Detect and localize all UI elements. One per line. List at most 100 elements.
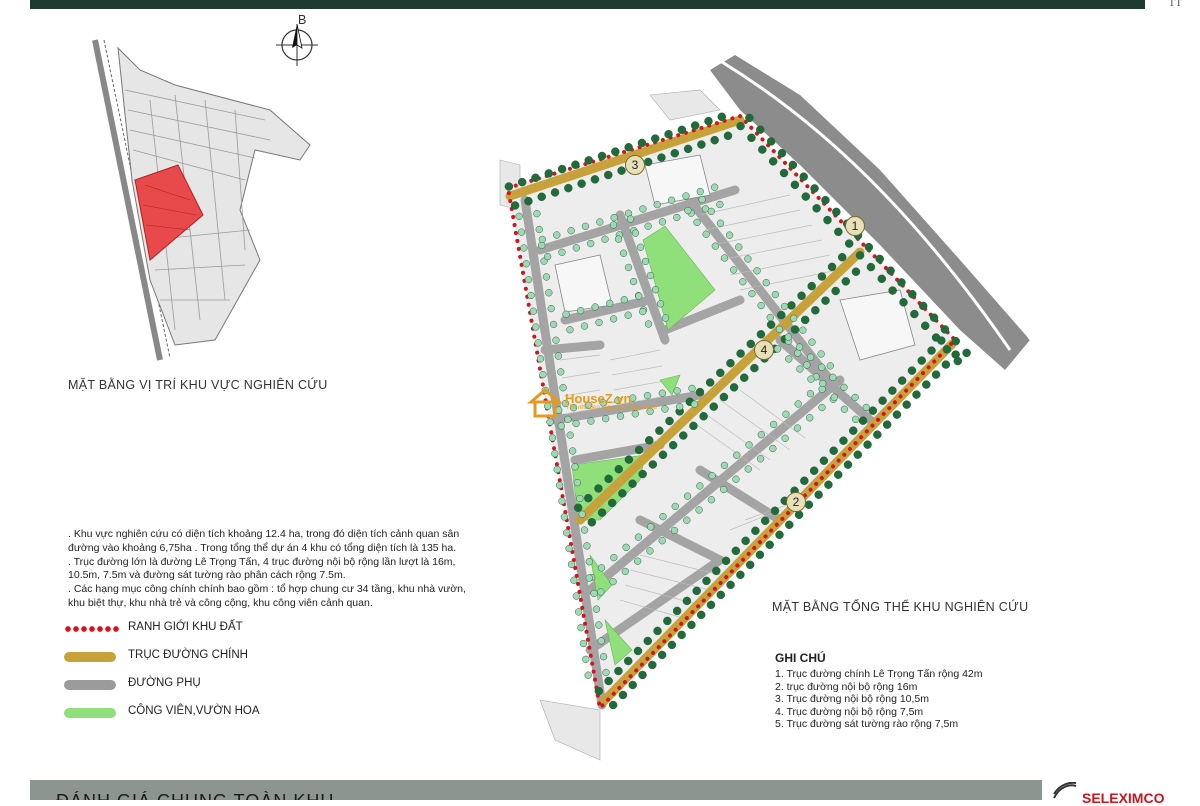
tree-marker xyxy=(672,606,682,616)
tree-marker xyxy=(698,195,706,204)
brand-name: SELEXIMCO xyxy=(1082,790,1165,806)
tree-marker xyxy=(601,235,609,243)
north-label: B xyxy=(298,13,307,27)
tree-marker xyxy=(804,500,814,509)
tree-marker xyxy=(853,450,863,459)
tree-marker xyxy=(578,510,586,518)
tree-marker xyxy=(590,175,600,184)
tree-marker xyxy=(745,560,755,570)
tree-marker xyxy=(736,349,745,358)
tree-marker xyxy=(657,153,666,162)
tree-marker xyxy=(684,206,692,215)
tree-marker xyxy=(696,187,704,196)
tree-marker xyxy=(721,556,731,566)
tree-marker xyxy=(667,196,676,204)
tree-marker xyxy=(560,513,569,521)
tree-marker xyxy=(572,244,580,252)
road-number-3: 3 xyxy=(625,155,645,175)
tree-marker xyxy=(557,164,567,174)
tree-marker xyxy=(619,249,628,257)
tree-marker xyxy=(766,313,774,322)
tree-marker xyxy=(875,254,884,264)
tree-marker xyxy=(801,192,811,201)
tree-marker xyxy=(542,273,551,281)
tree-marker xyxy=(726,358,735,368)
tree-marker xyxy=(702,230,710,238)
tree-marker xyxy=(888,286,897,295)
tree-marker xyxy=(766,137,776,146)
note-line: . Các hạng mục công chính chính bao gồm … xyxy=(68,583,466,596)
tree-marker xyxy=(826,362,834,370)
tree-marker xyxy=(940,325,950,334)
tree-marker xyxy=(920,321,930,331)
tree-marker xyxy=(636,243,645,251)
tree-marker xyxy=(533,210,541,218)
tree-marker xyxy=(704,116,713,126)
tree-marker xyxy=(819,379,827,388)
tree-marker xyxy=(831,286,840,296)
tree-marker xyxy=(658,450,668,460)
tree-marker xyxy=(597,508,607,517)
tree-marker xyxy=(584,493,593,503)
ghi-chu-line: 2. trục đường nội bộ rộng 16m xyxy=(775,680,918,693)
tree-marker xyxy=(551,450,559,458)
tree-marker xyxy=(878,396,887,405)
tree-marker xyxy=(571,463,579,471)
tree-marker xyxy=(696,610,706,620)
tree-marker xyxy=(622,543,630,552)
tree-marker xyxy=(643,391,652,400)
tree-marker xyxy=(550,188,560,197)
tree-marker xyxy=(849,426,858,435)
tree-marker xyxy=(717,112,727,122)
tree-marker xyxy=(623,656,633,666)
tree-marker xyxy=(611,147,620,156)
tree-marker xyxy=(647,523,655,531)
tree-marker xyxy=(785,355,793,363)
tree-marker xyxy=(745,441,753,449)
tree-marker xyxy=(592,605,601,613)
tree-marker xyxy=(571,160,580,169)
tree-marker xyxy=(631,229,640,237)
tree-marker xyxy=(590,589,598,598)
tree-marker xyxy=(770,506,780,516)
tree-marker xyxy=(683,144,693,154)
tree-marker xyxy=(705,378,715,387)
tree-marker xyxy=(548,434,557,442)
tree-marker xyxy=(775,325,784,333)
north-arrow-icon xyxy=(276,23,318,66)
tree-marker xyxy=(624,143,633,152)
tree-marker xyxy=(692,586,701,596)
tree-marker xyxy=(725,231,734,239)
tree-marker xyxy=(918,301,928,311)
tree-marker xyxy=(573,478,582,487)
tree-marker xyxy=(951,336,961,346)
tree-marker xyxy=(708,472,716,480)
tree-marker xyxy=(620,296,628,304)
ghi-chu-line: 1. Trục đường chính Lê Trọng Tấn rộng 42… xyxy=(775,668,983,680)
tree-marker xyxy=(567,560,576,569)
tree-marker xyxy=(664,129,673,139)
tree-marker xyxy=(617,166,626,175)
tree-marker xyxy=(736,570,745,580)
tree-marker xyxy=(962,348,971,358)
tree-marker xyxy=(758,145,767,154)
tree-marker xyxy=(651,286,660,294)
tree-marker xyxy=(624,455,634,464)
tree-marker xyxy=(658,389,666,397)
road-number-4: 4 xyxy=(754,340,774,360)
tree-marker xyxy=(733,451,741,459)
note-line: . Trục đường lớn là đường Lê Trọng Tấn, … xyxy=(68,555,456,568)
tree-marker xyxy=(537,192,546,202)
tree-marker xyxy=(757,301,765,310)
tree-marker xyxy=(594,686,604,696)
tree-marker xyxy=(603,170,613,180)
tree-marker xyxy=(683,516,691,524)
tree-marker xyxy=(626,215,635,223)
tree-marker xyxy=(782,410,790,418)
tree-marker xyxy=(606,299,614,307)
tree-marker xyxy=(587,239,595,248)
tree-marker xyxy=(658,537,666,545)
tree-marker xyxy=(817,350,825,358)
tree-marker xyxy=(653,626,662,636)
tree-marker xyxy=(744,255,752,263)
